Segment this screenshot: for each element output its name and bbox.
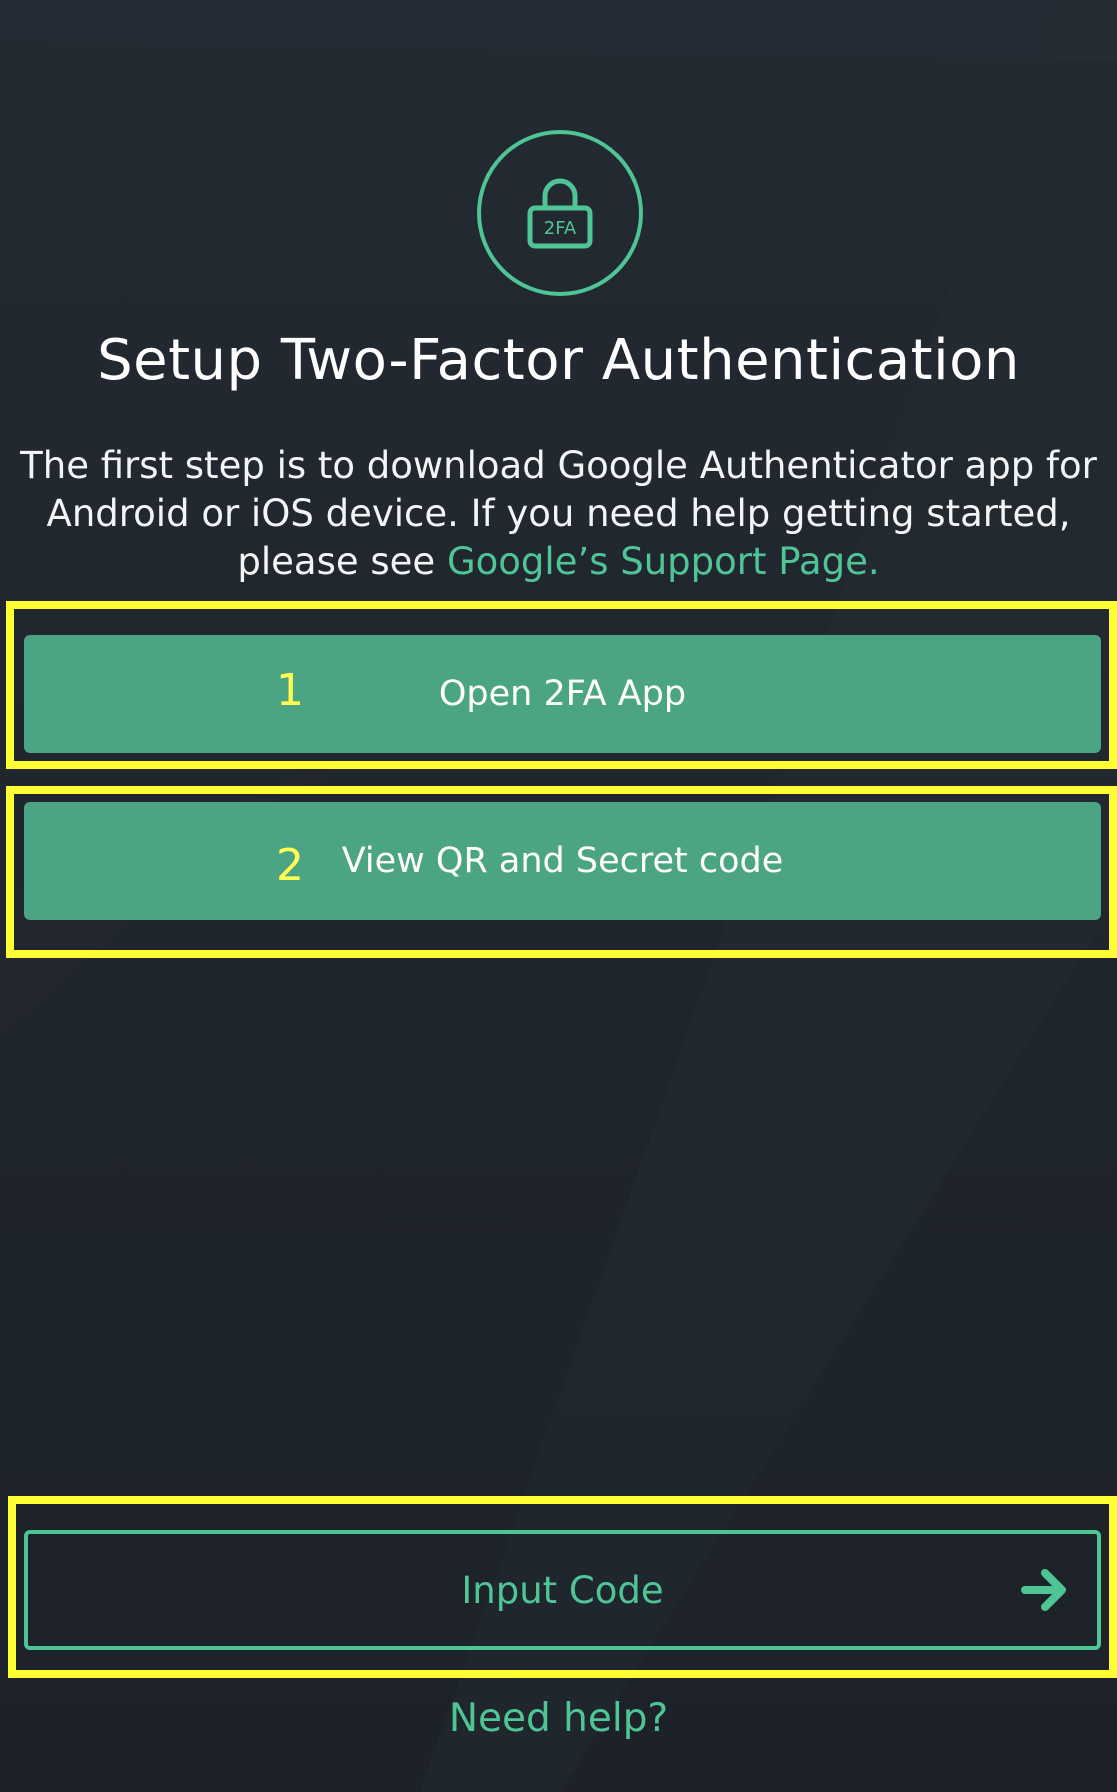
open-2fa-app-label: Open 2FA App (438, 674, 687, 714)
open-2fa-app-button[interactable]: Open 2FA App (24, 635, 1101, 753)
content: 2FA Setup Two-Factor Authentication The … (0, 0, 1117, 1792)
need-help-link[interactable]: Need help? (0, 1696, 1117, 1741)
arrow-right-icon (1021, 1569, 1066, 1611)
view-qr-secret-button[interactable]: View QR and Secret code (24, 802, 1101, 920)
step-number-1: 1 (276, 665, 304, 716)
google-support-link[interactable]: Google’s Support Page. (447, 540, 880, 583)
view-qr-secret-label: View QR and Secret code (341, 841, 784, 881)
two-factor-setup-screen: 2FA Setup Two-Factor Authentication The … (0, 0, 1117, 1792)
page-title: Setup Two-Factor Authentication (97, 328, 1020, 393)
description: The first step is to download Google Aut… (16, 442, 1101, 586)
lock-icon-label: 2FA (544, 218, 577, 239)
lock-icon: 2FA (527, 178, 593, 249)
input-code-button[interactable]: Input Code (24, 1530, 1101, 1650)
input-code-label: Input Code (461, 1568, 664, 1612)
lock-icon-circle: 2FA (477, 130, 643, 296)
step-number-2: 2 (276, 840, 304, 891)
